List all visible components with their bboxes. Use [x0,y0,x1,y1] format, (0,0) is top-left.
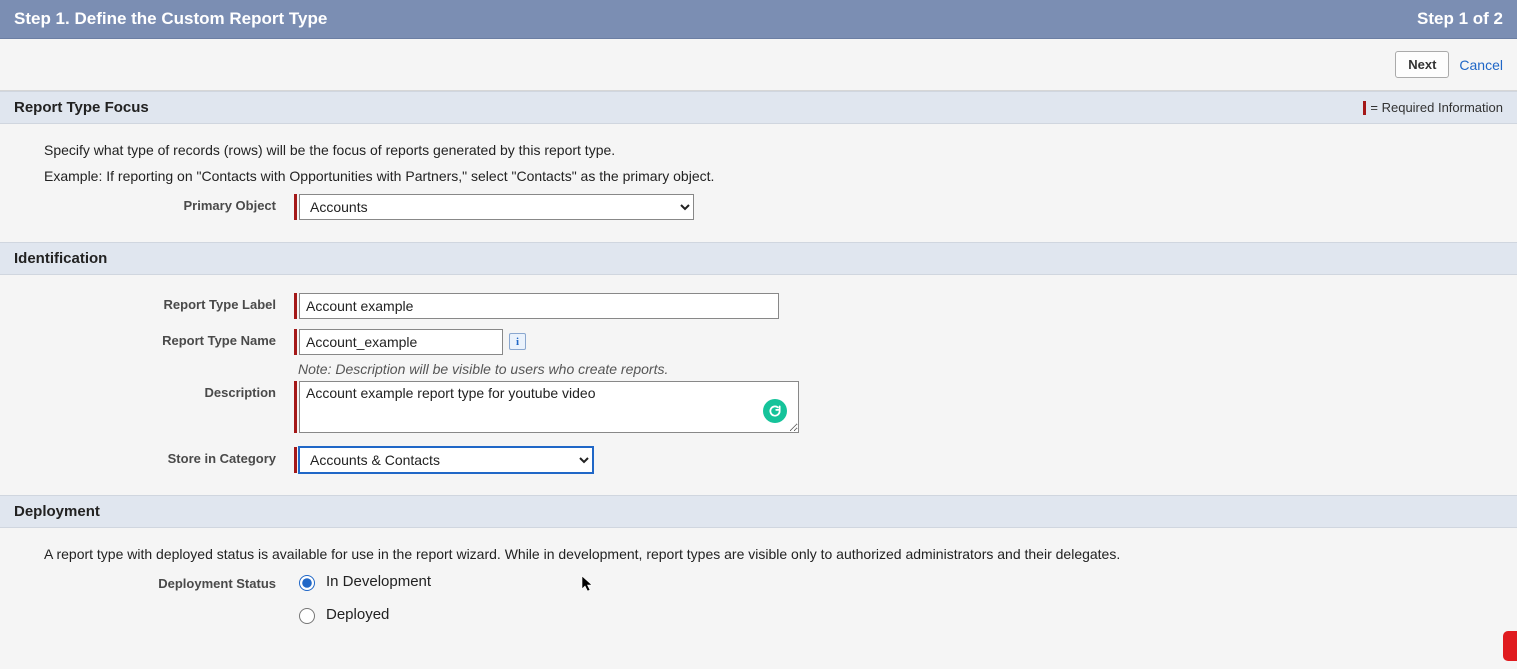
section-body-deployment: A report type with deployed status is av… [0,528,1517,646]
report-type-label-label: Report Type Label [44,293,294,312]
deployment-status-label: Deployment Status [44,572,294,591]
report-type-label-input[interactable] [299,293,779,319]
required-legend: = Required Information [1363,100,1503,115]
focus-help-line1: Specify what type of records (rows) will… [44,142,1487,158]
required-bar [294,194,297,220]
required-bar [294,293,297,319]
required-bar [294,447,297,473]
side-tab-icon[interactable] [1503,631,1517,661]
required-bar [294,329,297,355]
radio-in-development-input[interactable] [299,575,315,591]
wizard-step-title: Step 1. Define the Custom Report Type [14,9,327,29]
required-indicator-icon [1363,101,1366,115]
section-title-focus: Report Type Focus [14,99,149,116]
description-textarea[interactable] [299,381,799,433]
cancel-link[interactable]: Cancel [1459,57,1503,73]
wizard-header: Step 1. Define the Custom Report Type St… [0,0,1517,39]
report-type-name-label: Report Type Name [44,329,294,348]
section-header-focus: Report Type Focus = Required Information [0,91,1517,124]
info-icon[interactable]: i [509,333,526,350]
action-bar: Next Cancel [0,39,1517,91]
section-title-identification: Identification [14,250,107,267]
required-bar [294,381,297,433]
store-in-category-select[interactable]: Accounts & Contacts [299,447,593,473]
report-type-name-input[interactable] [299,329,503,355]
required-legend-text: = Required Information [1370,100,1503,115]
section-body-identification: Report Type Label Report Type Name i Not… [0,275,1517,495]
section-header-deployment: Deployment [0,495,1517,528]
mouse-cursor-icon [581,575,595,593]
radio-in-development-label: In Development [326,573,431,590]
deployment-help: A report type with deployed status is av… [44,546,1487,562]
radio-deployed-input[interactable] [299,608,315,624]
description-note: Note: Description will be visible to use… [298,361,1487,377]
radio-in-development[interactable]: In Development [294,572,405,591]
primary-object-label: Primary Object [44,194,294,213]
section-body-focus: Specify what type of records (rows) will… [0,124,1517,242]
section-title-deployment: Deployment [14,503,100,520]
radio-deployed-label: Deployed [326,606,389,623]
store-in-category-label: Store in Category [44,447,294,466]
primary-object-select[interactable]: Accounts [299,194,694,220]
focus-help-line2: Example: If reporting on "Contacts with … [44,168,1487,184]
next-button[interactable]: Next [1395,51,1449,78]
section-header-identification: Identification [0,242,1517,275]
radio-deployed[interactable]: Deployed [294,605,405,624]
description-label: Description [44,381,294,400]
wizard-step-indicator: Step 1 of 2 [1417,9,1503,29]
